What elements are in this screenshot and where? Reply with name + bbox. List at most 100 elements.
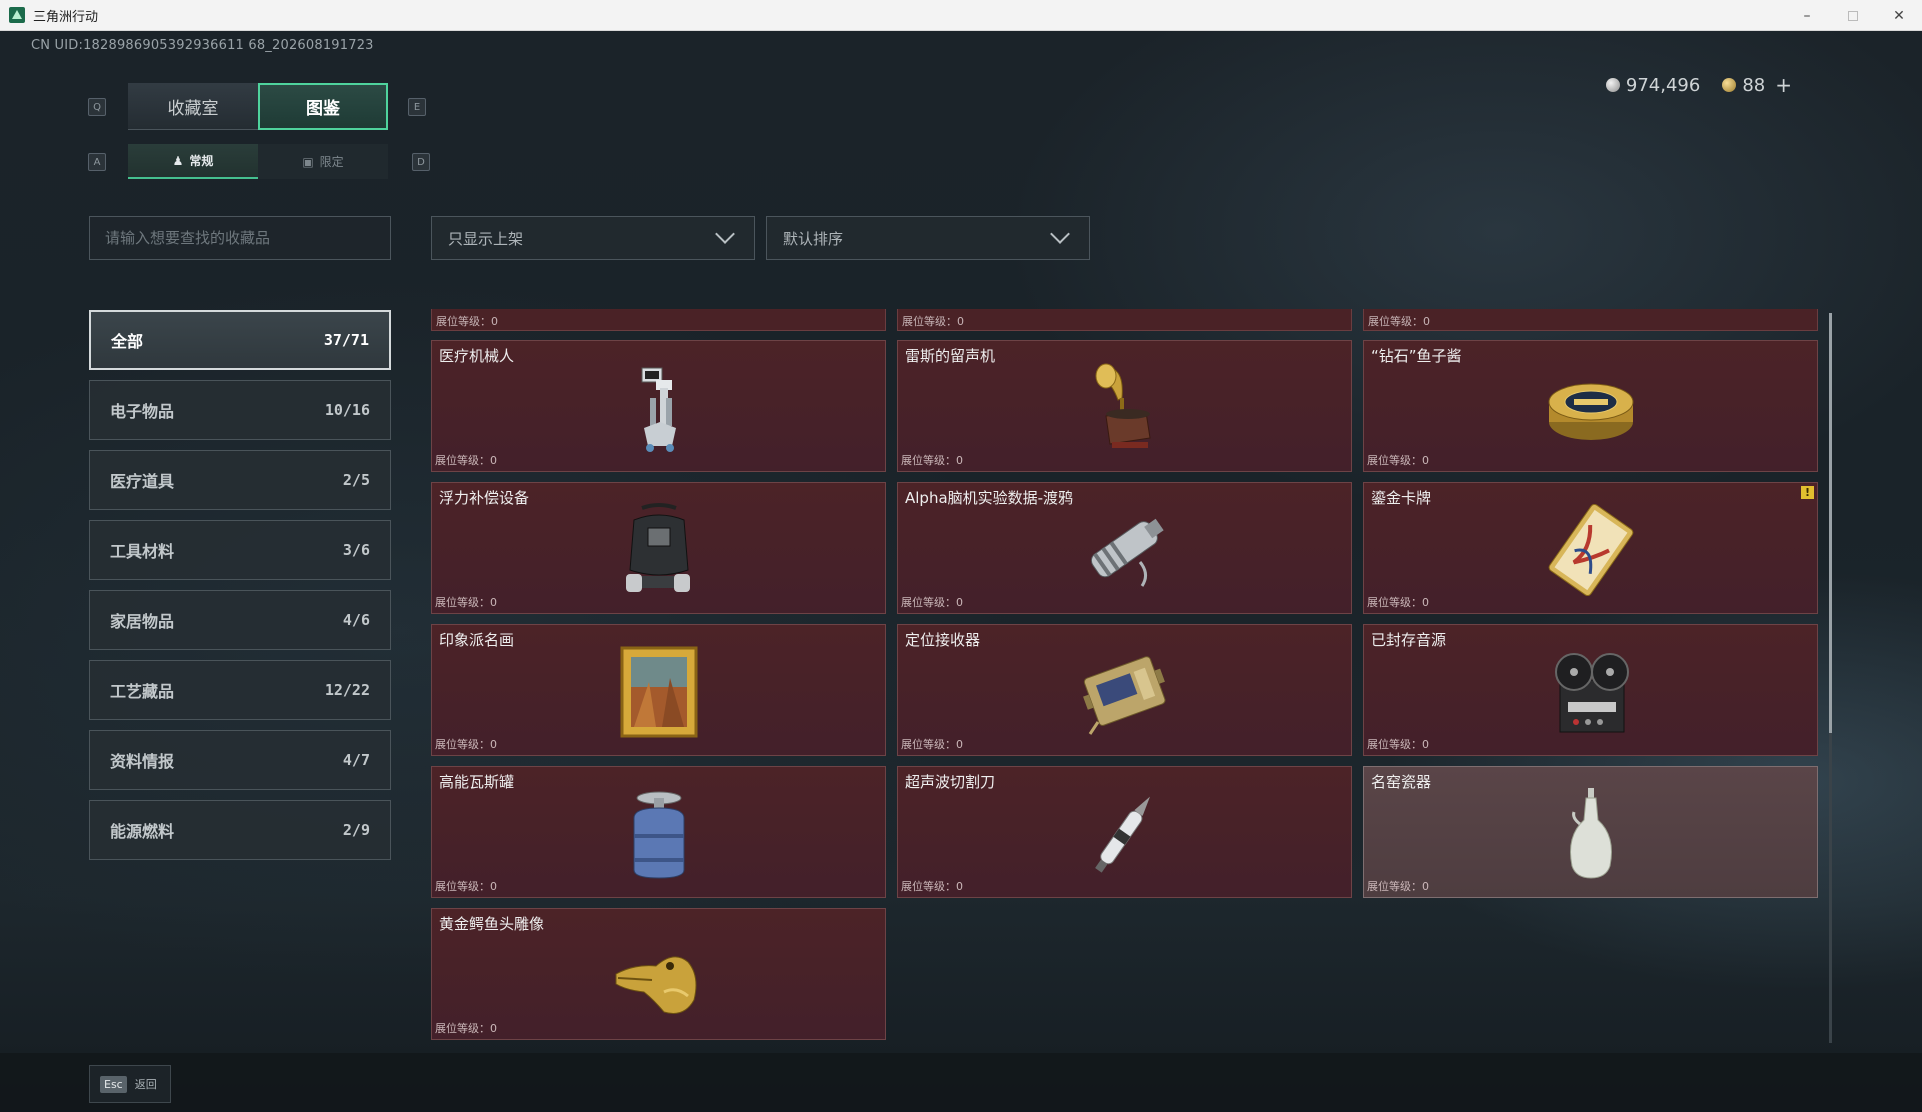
category-label: 资料情报: [110, 752, 175, 771]
category-label: 工具材料: [110, 542, 175, 561]
grid-scrollbar[interactable]: [1829, 313, 1832, 1043]
item-name: 黄金鳄鱼头雕像: [439, 915, 545, 933]
category-household[interactable]: 家居物品 4/6: [89, 590, 391, 650]
item-cards: 医疗机械人 展位等级：0 雷斯的留声机 展位等级：0 “钻石”鱼子酱 展位等级：…: [431, 340, 1818, 1040]
scroll-thumb[interactable]: [1829, 313, 1832, 733]
category-label: 电子物品: [110, 402, 175, 421]
back-button[interactable]: Esc 返回: [89, 1065, 171, 1103]
item-card[interactable]: 雷斯的留声机 展位等级：0: [897, 340, 1352, 472]
key-hint-e: E: [408, 98, 426, 116]
gilded-card-icon: [1548, 503, 1633, 597]
item-name: Alpha脑机实验数据-渡鸦: [905, 489, 1074, 507]
reel-recorder-icon: [1554, 653, 1629, 733]
item-name: 浮力补偿设备: [439, 489, 530, 507]
booth-level: 展位等级：0: [435, 880, 497, 893]
receiver-icon: [1082, 656, 1165, 735]
maximize-button[interactable]: [1830, 0, 1876, 31]
item-card[interactable]: 黄金鳄鱼头雕像 展位等级：0: [431, 908, 886, 1040]
partial-card[interactable]: 展位等级：0: [431, 309, 886, 331]
data-canister-icon: [1090, 518, 1164, 587]
category-count: 4/7: [342, 751, 370, 769]
partial-row: 展位等级：0 展位等级：0 展位等级：0: [431, 309, 1829, 331]
item-name: “钻石”鱼子酱: [1371, 347, 1462, 365]
item-name: 鎏金卡牌: [1371, 489, 1432, 507]
booth-level: 展位等级：0: [1367, 596, 1429, 609]
category-count: 2/5: [342, 471, 370, 489]
item-name: 高能瓦斯罐: [439, 773, 515, 791]
main-tabs: 收藏室 图鉴: [128, 83, 388, 130]
item-card[interactable]: 高能瓦斯罐 展位等级：0: [431, 766, 886, 898]
category-intel[interactable]: 资料情报 4/7: [89, 730, 391, 790]
category-electronics[interactable]: 电子物品 10/16: [89, 380, 391, 440]
item-card[interactable]: 医疗机械人 展位等级：0: [431, 340, 886, 472]
shelf-filter-value: 只显示上架: [448, 229, 524, 248]
add-currency-button[interactable]: +: [1775, 73, 1792, 97]
category-crafts[interactable]: 工艺藏品 12/22: [89, 660, 391, 720]
item-name: 名窑瓷器: [1371, 773, 1432, 791]
tab-regular-label: 常规: [189, 154, 214, 168]
warning-icon: !: [1801, 486, 1814, 499]
booth-level: 展位等级：0: [901, 596, 963, 609]
search-input[interactable]: [89, 216, 391, 260]
shelf-filter-dropdown[interactable]: 只显示上架: [431, 216, 755, 260]
category-all[interactable]: 全部 37/71: [89, 310, 391, 370]
minimize-button[interactable]: –: [1784, 0, 1830, 31]
item-name: 印象派名画: [439, 631, 515, 649]
key-hint-q: Q: [88, 98, 106, 116]
game-screen: CN UID:1828986905392936611 68_2026081917…: [0, 31, 1922, 1112]
back-label: 返回: [134, 1078, 157, 1091]
booth-level: 展位等级：0: [1367, 454, 1429, 467]
item-name: 已封存音源: [1371, 631, 1447, 649]
item-card[interactable]: 定位接收器 展位等级：0: [897, 624, 1352, 756]
key-hint-d: D: [412, 153, 430, 171]
booth-level: 展位等级：0: [901, 880, 963, 893]
partial-card[interactable]: 展位等级：0: [1363, 309, 1818, 331]
app-logo-icon: [9, 7, 25, 23]
category-tools[interactable]: 工具材料 3/6: [89, 520, 391, 580]
booth-level: 展位等级：0: [435, 1022, 497, 1035]
painting-icon: [620, 646, 697, 738]
key-hint-a: A: [88, 153, 106, 171]
ultrasonic-knife-icon: [1094, 796, 1150, 873]
booth-level: 展位等级：0: [901, 454, 963, 467]
close-button[interactable]: ✕: [1876, 0, 1922, 31]
category-energy[interactable]: 能源燃料 2/9: [89, 800, 391, 860]
item-card[interactable]: 印象派名画 展位等级：0: [431, 624, 886, 756]
chevron-down-icon: [715, 224, 735, 244]
booth-level: 展位等级：0: [1367, 880, 1429, 893]
booth-level: 展位等级：0: [435, 454, 497, 467]
category-count: 2/9: [342, 821, 370, 839]
category-count: 3/6: [342, 541, 370, 559]
item-name: 超声波切割刀: [905, 773, 996, 791]
tab-collection-room[interactable]: 收藏室: [128, 83, 258, 130]
item-name: 医疗机械人: [439, 347, 515, 365]
partial-card[interactable]: 展位等级：0: [897, 309, 1352, 331]
booth-level: 展位等级：0: [435, 596, 497, 609]
robot-icon: [641, 367, 676, 452]
category-medical[interactable]: 医疗道具 2/5: [89, 450, 391, 510]
category-count: 12/22: [324, 681, 370, 699]
gold-crocodile-icon: [615, 956, 696, 1014]
category-count: 4/6: [342, 611, 370, 629]
gold-amount: 88: [1742, 74, 1766, 96]
booth-level: 展位等级：0: [901, 738, 963, 751]
gramophone-icon: [1095, 363, 1151, 448]
tab-limited[interactable]: ▣ 限定: [258, 144, 388, 179]
item-card[interactable]: 已封存音源 展位等级：0: [1363, 624, 1818, 756]
tab-codex[interactable]: 图鉴: [258, 83, 388, 130]
item-card[interactable]: “钻石”鱼子酱 展位等级：0: [1363, 340, 1818, 472]
item-name: 定位接收器: [905, 631, 981, 649]
item-card[interactable]: 超声波切割刀 展位等级：0: [897, 766, 1352, 898]
sub-tabs: ♟ 常规 ▣ 限定: [128, 144, 388, 179]
item-card[interactable]: 浮力补偿设备 展位等级：0: [431, 482, 886, 614]
item-card[interactable]: 名窑瓷器 展位等级：0: [1363, 766, 1818, 898]
category-count: 37/71: [323, 331, 369, 349]
item-card[interactable]: 鎏金卡牌 ! 展位等级：0: [1363, 482, 1818, 614]
category-count: 10/16: [324, 401, 370, 419]
sort-dropdown[interactable]: 默认排序: [766, 216, 1090, 260]
category-label: 能源燃料: [110, 822, 175, 841]
category-label: 全部: [111, 332, 144, 351]
category-label: 家居物品: [110, 612, 175, 631]
item-card[interactable]: Alpha脑机实验数据-渡鸦 展位等级：0: [897, 482, 1352, 614]
tab-regular[interactable]: ♟ 常规: [128, 144, 258, 179]
